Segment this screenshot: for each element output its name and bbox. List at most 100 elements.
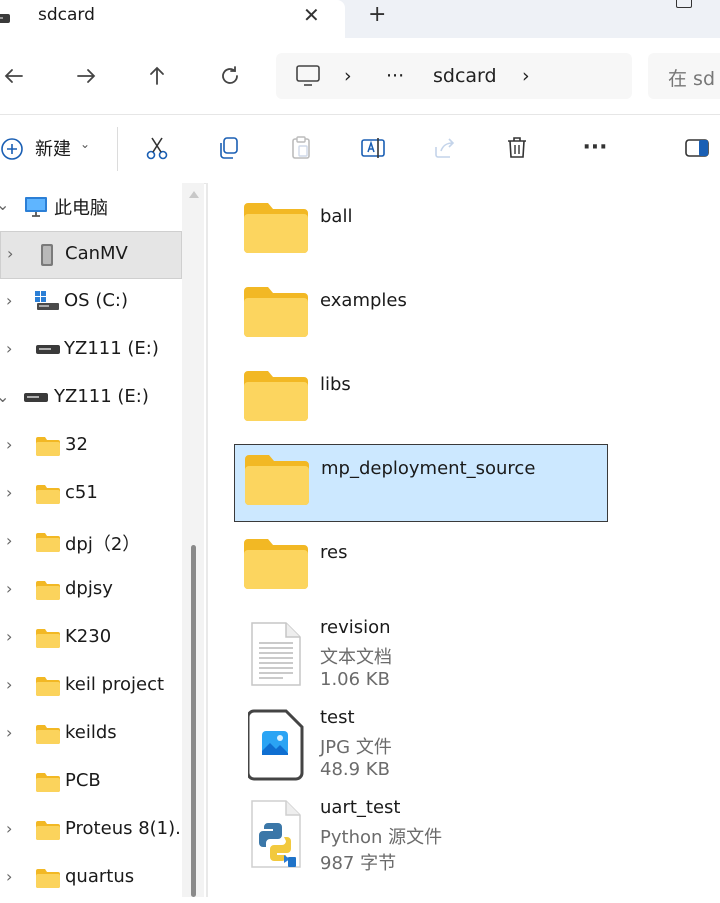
file-size: 48.9 KB	[320, 759, 390, 780]
python-file-icon	[251, 800, 301, 868]
folder-icon	[244, 539, 308, 589]
sidebar-item-canmv[interactable]: › CanMV	[0, 231, 182, 279]
sidebar-item-folder[interactable]: › quartus	[0, 855, 182, 903]
cut-button[interactable]	[142, 133, 172, 163]
sidebar-item-folder[interactable]: › keilds	[0, 711, 182, 759]
sidebar-item-label: OS (C:)	[64, 290, 128, 311]
chevron-right-icon[interactable]: ›	[6, 867, 12, 886]
device-icon	[41, 244, 53, 266]
copy-button[interactable]	[214, 133, 244, 163]
scrollbar-thumb[interactable]	[191, 545, 196, 897]
back-button[interactable]	[0, 62, 28, 90]
chevron-right-icon[interactable]: ›	[7, 244, 13, 263]
folder-icon	[244, 203, 308, 253]
details-pane-button[interactable]	[682, 133, 712, 163]
search-box[interactable]: 在 sd	[648, 53, 720, 99]
sidebar-item-label: 此电脑	[54, 198, 108, 219]
chevron-right-icon[interactable]: ›	[6, 435, 12, 454]
list-item-folder[interactable]: ball	[234, 193, 608, 273]
sidebar-item-folder[interactable]: › c51	[0, 471, 182, 519]
chevron-right-icon[interactable]: ›	[6, 627, 12, 646]
breadcrumb-sdcard[interactable]: sdcard	[433, 53, 497, 99]
chevron-down-icon[interactable]: ⌄	[0, 387, 9, 406]
chevron-down-icon: ⌄	[80, 137, 91, 151]
sidebar-item-label: K230	[65, 626, 112, 647]
sidebar-item-folder[interactable]: › 32	[0, 423, 182, 471]
tab-sdcard[interactable]: sdcard ✕	[0, 0, 345, 38]
file-list: ball examples libs mp_deployment_source …	[208, 183, 720, 897]
arrow-up-icon	[150, 66, 164, 85]
list-item-folder[interactable]: libs	[234, 361, 608, 441]
chevron-right-icon[interactable]: ›	[6, 819, 12, 838]
file-name: uart_test	[320, 797, 401, 818]
chevron-right-icon[interactable]: ›	[6, 531, 12, 550]
list-item-file[interactable]: revision 文本文档 1.06 KB	[234, 613, 608, 699]
list-item-file[interactable]: test JPG 文件 48.9 KB	[234, 703, 608, 789]
sidebar-item-folder[interactable]: › Proteus 8(1).1	[0, 807, 192, 855]
rename-button[interactable]	[358, 133, 388, 163]
folder-icon	[36, 821, 60, 840]
sidebar-item-folder[interactable]: PCB	[0, 759, 182, 807]
file-name: revision	[320, 617, 391, 638]
list-item-folder-selected[interactable]: mp_deployment_source	[234, 444, 608, 522]
sidebar-item-label: dpj（2）	[65, 534, 141, 555]
sidebar-item-this-pc[interactable]: ⌄ 此电脑	[0, 183, 182, 231]
chevron-right-icon[interactable]: ›	[6, 723, 12, 742]
chevron-right-icon[interactable]: ›	[6, 483, 12, 502]
sidebar-item-folder[interactable]: › K230	[0, 615, 182, 663]
chevron-right-icon[interactable]: ›	[6, 339, 12, 358]
up-button[interactable]	[143, 62, 171, 90]
maximize-icon[interactable]	[676, 0, 692, 8]
sidebar-item-folder[interactable]: › dpj（2）	[0, 519, 182, 567]
chevron-down-icon[interactable]: ⌄	[0, 195, 9, 214]
folder-icon	[36, 869, 60, 888]
address-bar[interactable]: › ··· sdcard ›	[276, 53, 632, 99]
folder-icon	[36, 581, 60, 600]
forward-button[interactable]	[72, 62, 100, 90]
trash-icon	[508, 137, 526, 158]
scissors-icon	[146, 137, 168, 160]
chevron-right-icon[interactable]: ›	[522, 53, 530, 99]
sidebar-item-label: 32	[65, 434, 88, 455]
folder-icon	[36, 629, 60, 648]
monitor-icon	[25, 197, 47, 217]
breadcrumb-overflow[interactable]: ···	[386, 53, 404, 99]
new-tab-button[interactable]: +	[368, 2, 386, 27]
text-document-icon	[251, 622, 301, 686]
file-name: examples	[320, 290, 407, 311]
folder-icon	[36, 437, 60, 456]
sidebar-item-folder[interactable]: › dpjsy	[0, 567, 182, 615]
file-name: ball	[320, 206, 353, 227]
scroll-up-icon[interactable]	[189, 191, 199, 198]
list-item-folder[interactable]: res	[234, 529, 608, 609]
chevron-right-icon[interactable]: ›	[6, 291, 12, 310]
chevron-right-icon[interactable]: ›	[6, 579, 12, 598]
this-pc-icon	[296, 65, 320, 86]
share-button[interactable]	[430, 133, 460, 163]
list-item-folder[interactable]: examples	[234, 277, 608, 357]
details-pane-icon	[685, 139, 709, 157]
more-options-button[interactable]: ···	[580, 132, 610, 162]
sidebar-item-yz111-e-expanded[interactable]: ⌄ YZ111 (E:)	[0, 375, 182, 423]
list-item-file[interactable]: uart_test Python 源文件 987 字节	[234, 793, 608, 879]
new-button[interactable]: 新建 ⌄	[0, 115, 110, 183]
sidebar-item-os-c[interactable]: › OS (C:)	[0, 279, 182, 327]
close-tab-icon[interactable]: ✕	[303, 3, 320, 27]
drive-icon	[24, 393, 48, 402]
rename-icon	[361, 138, 385, 158]
search-placeholder: 在 sd	[668, 68, 715, 90]
file-name: res	[320, 542, 348, 563]
refresh-button[interactable]	[216, 62, 244, 90]
paste-button[interactable]	[286, 133, 316, 163]
sidebar-item-yz111-e[interactable]: › YZ111 (E:)	[0, 327, 182, 375]
sidebar-item-label: CanMV	[65, 243, 128, 264]
file-name: mp_deployment_source	[321, 458, 536, 479]
sidebar-item-folder[interactable]: › keil project	[0, 663, 182, 711]
tab-title: sdcard	[38, 5, 95, 25]
chevron-right-icon[interactable]: ›	[6, 675, 12, 694]
sidebar-item-label: Proteus 8(1).1	[65, 818, 193, 839]
folder-icon	[36, 485, 60, 504]
delete-button[interactable]	[502, 133, 532, 163]
command-bar: 新建 ⌄ ···	[0, 114, 720, 184]
navigation-pane: ⌄ 此电脑 › CanMV › OS (C:) › YZ111 (E:) ⌄ Y…	[0, 183, 204, 897]
